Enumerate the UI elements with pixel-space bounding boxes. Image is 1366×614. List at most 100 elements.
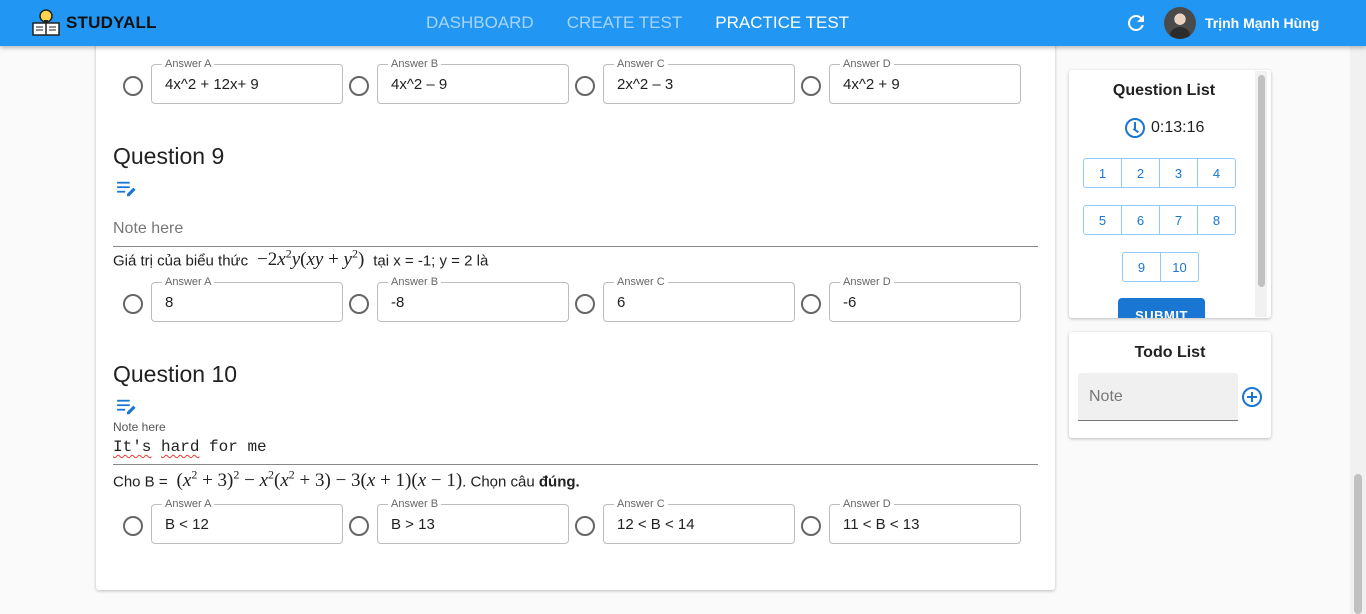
question-nav-8[interactable]: 8 xyxy=(1197,205,1236,235)
note-word-2: hard xyxy=(161,438,200,456)
q10-radio-d[interactable] xyxy=(801,516,821,536)
q10-note-label: Note here xyxy=(113,420,166,434)
answer-label: Answer C xyxy=(614,498,668,510)
question-list-title: Question List xyxy=(1112,82,1216,99)
answer-value: 12 < B < 14 xyxy=(617,516,695,533)
brand-logo[interactable]: STUDYALL xyxy=(30,6,157,40)
nav-create-test[interactable]: CREATE TEST xyxy=(567,13,683,33)
question-nav-6[interactable]: 6 xyxy=(1121,205,1160,235)
answer-label: Answer B xyxy=(388,276,442,288)
q9-answer-c[interactable]: Answer C 6 xyxy=(603,276,795,322)
question-nav-3[interactable]: 3 xyxy=(1159,158,1198,188)
q9-radio-b[interactable] xyxy=(349,294,369,314)
q10-radio-b[interactable] xyxy=(349,516,369,536)
q10-answer-a[interactable]: Answer A B < 12 xyxy=(151,498,343,544)
q9-radio-a[interactable] xyxy=(123,294,143,314)
q9-answer-b[interactable]: Answer B -8 xyxy=(377,276,569,322)
book-lightbulb-icon xyxy=(32,9,60,36)
answer-value: 11 < B < 13 xyxy=(843,516,920,533)
question-nav-row-3: 9 10 xyxy=(1122,252,1199,282)
timer-value: 0:13:16 xyxy=(1151,119,1205,136)
q10-answer-c[interactable]: Answer C 12 < B < 14 xyxy=(603,498,795,544)
question-nav-2[interactable]: 2 xyxy=(1121,158,1160,188)
edit-note-icon[interactable] xyxy=(116,398,138,416)
question-list-scroll-thumb[interactable] xyxy=(1258,75,1265,287)
q9-answers: Answer A 8 Answer B -8 Answer C 6 Answer… xyxy=(113,276,1023,322)
todo-note-input[interactable]: Note xyxy=(1078,373,1238,421)
edit-note-icon[interactable] xyxy=(116,180,138,198)
question-nav-row-2: 5 6 7 8 xyxy=(1083,205,1236,235)
q10-answer-d[interactable]: Answer D 11 < B < 13 xyxy=(829,498,1021,544)
question-10-title: Question 10 xyxy=(113,361,238,387)
answer-label: Answer A xyxy=(162,498,215,510)
q10-answer-b[interactable]: Answer B B > 13 xyxy=(377,498,569,544)
q9-answer-d[interactable]: Answer D -6 xyxy=(829,276,1021,322)
q9-formula: −2x2y(xy + y2) xyxy=(257,247,365,271)
answer-label: Answer B xyxy=(388,58,442,70)
q8-answer-a[interactable]: Answer A 4x^2 + 12x+ 9 xyxy=(151,58,343,104)
q8-radio-b[interactable] xyxy=(349,76,369,96)
q10-note-field[interactable]: It's hard for me xyxy=(113,438,1038,465)
page-scroll-thumb[interactable] xyxy=(1354,474,1362,614)
question-nav-1[interactable]: 1 xyxy=(1083,158,1122,188)
q10-text-after: . Chọn câu xyxy=(462,473,535,491)
refresh-icon[interactable] xyxy=(1124,11,1148,35)
q10-formula: (x2 + 3)2 − x2(x2 + 3) − 3(x + 1)(x − 1) xyxy=(176,468,463,492)
question-list-panel: Question List 0:13:16 1 2 3 4 5 6 7 8 9 … xyxy=(1069,70,1271,318)
q9-radio-d[interactable] xyxy=(801,294,821,314)
todo-list-title: Todo List xyxy=(1134,344,1206,361)
note-word-1: It's xyxy=(113,438,152,456)
answer-label: Answer A xyxy=(162,58,215,70)
question-9-title: Question 9 xyxy=(113,143,225,169)
q9-note-field[interactable]: Note here xyxy=(113,220,1038,247)
add-circle-icon[interactable] xyxy=(1242,387,1262,407)
q10-text-before: Cho B = xyxy=(113,473,168,491)
q8-answers: Answer A 4x^2 + 12x+ 9 Answer B 4x^2 – 9… xyxy=(113,58,1023,104)
q10-radio-a[interactable] xyxy=(123,516,143,536)
user-name[interactable]: Trịnh Mạnh Hùng xyxy=(1205,15,1319,31)
answer-value: B < 12 xyxy=(165,516,209,533)
main-nav: DASHBOARD CREATE TEST PRACTICE TEST xyxy=(426,0,882,46)
answer-label: Answer D xyxy=(840,276,894,288)
answer-value: B > 13 xyxy=(391,516,435,533)
answer-label: Answer A xyxy=(162,276,215,288)
q8-radio-a[interactable] xyxy=(123,76,143,96)
answer-value: 4x^2 + 12x+ 9 xyxy=(165,76,259,93)
question-nav-9[interactable]: 9 xyxy=(1122,252,1161,282)
q8-answer-c[interactable]: Answer C 2x^2 – 3 xyxy=(603,58,795,104)
q8-radio-c[interactable] xyxy=(575,76,595,96)
user-avatar[interactable] xyxy=(1164,7,1196,39)
question-nav-7[interactable]: 7 xyxy=(1159,205,1198,235)
note-placeholder: Note here xyxy=(113,220,184,237)
answer-value: 6 xyxy=(617,294,626,311)
answer-value: 4x^2 – 9 xyxy=(391,76,448,93)
q8-answer-d[interactable]: Answer D 4x^2 + 9 xyxy=(829,58,1021,104)
q10-answers: Answer A B < 12 Answer B B > 13 Answer C… xyxy=(113,498,1023,544)
submit-button[interactable]: SUBMIT xyxy=(1118,298,1205,318)
answer-label: Answer C xyxy=(614,58,668,70)
todo-list-panel: Todo List Note xyxy=(1069,332,1271,438)
timer: 0:13:16 xyxy=(1125,118,1204,138)
answer-value: 8 xyxy=(165,294,174,311)
nav-dashboard[interactable]: DASHBOARD xyxy=(426,13,534,33)
questions-card: Answer A 4x^2 + 12x+ 9 Answer B 4x^2 – 9… xyxy=(96,40,1055,590)
q9-text-after: tại x = -1; y = 2 là xyxy=(373,252,489,270)
note-word-rest: for me xyxy=(209,438,267,456)
question-nav-row-1: 1 2 3 4 xyxy=(1083,158,1236,188)
q9-answer-a[interactable]: Answer A 8 xyxy=(151,276,343,322)
q10-radio-c[interactable] xyxy=(575,516,595,536)
answer-value: -6 xyxy=(843,294,857,311)
answer-value: 2x^2 – 3 xyxy=(617,76,674,93)
q8-radio-d[interactable] xyxy=(801,76,821,96)
nav-practice-test[interactable]: PRACTICE TEST xyxy=(715,13,849,33)
question-nav-5[interactable]: 5 xyxy=(1083,205,1122,235)
answer-label: Answer C xyxy=(614,276,668,288)
answer-label: Answer B xyxy=(388,498,442,510)
answer-label: Answer D xyxy=(840,58,894,70)
question-nav-4[interactable]: 4 xyxy=(1197,158,1236,188)
q9-radio-c[interactable] xyxy=(575,294,595,314)
question-nav-10[interactable]: 10 xyxy=(1160,252,1199,282)
q10-text-bold: đúng. xyxy=(538,473,580,491)
q9-text-before: Giá trị của biểu thức xyxy=(113,252,249,270)
q8-answer-b[interactable]: Answer B 4x^2 – 9 xyxy=(377,58,569,104)
